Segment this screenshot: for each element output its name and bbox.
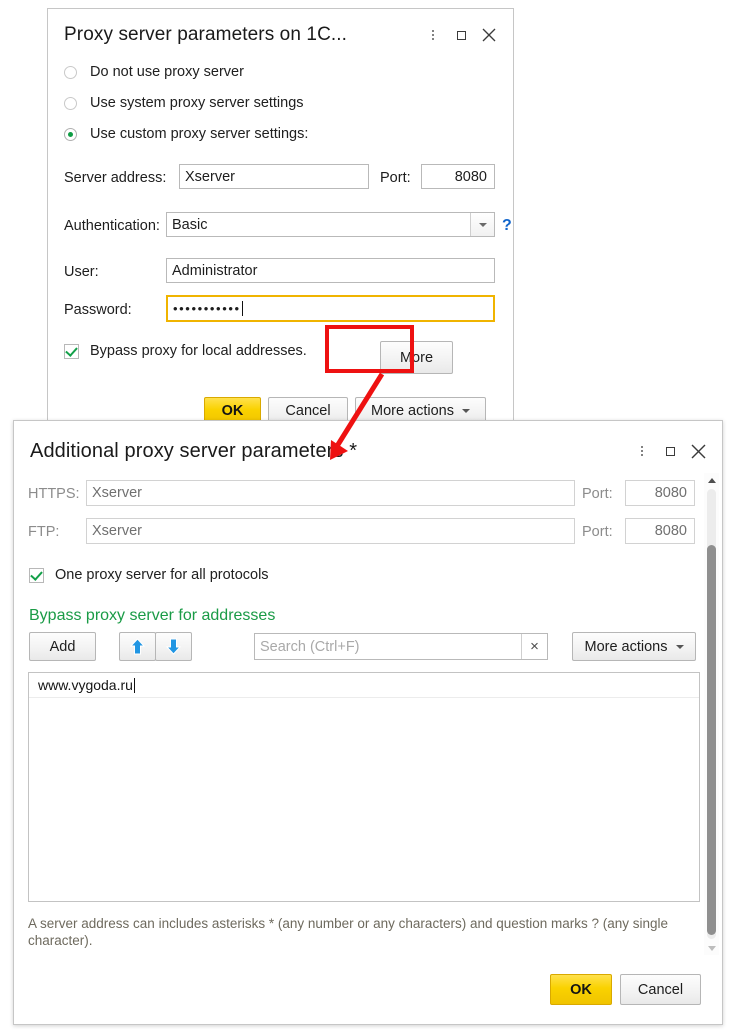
radio-indicator (64, 65, 77, 79)
radio-use-custom-proxy[interactable]: Use custom proxy server settings: (64, 126, 308, 142)
more-actions-button[interactable]: More actions (572, 632, 696, 661)
dialog2-titlebar[interactable]: Additional proxy server parameters * (14, 421, 722, 481)
radio-indicator (64, 96, 77, 110)
chevron-down-icon (462, 409, 470, 413)
dialog2-title-buttons (628, 439, 712, 463)
radio-use-system-proxy[interactable]: Use system proxy server settings (64, 95, 304, 111)
more-actions-label: More actions (370, 403, 454, 419)
radio-label: Do not use proxy server (90, 64, 244, 80)
ftp-port-label: Port: (582, 524, 613, 540)
server-address-label: Server address: (64, 170, 167, 186)
radio-do-not-use-proxy[interactable]: Do not use proxy server (64, 64, 244, 80)
ftp-port-input[interactable]: 8080 (625, 518, 695, 544)
authentication-value: Basic (172, 216, 208, 233)
https-port-input[interactable]: 8080 (625, 480, 695, 506)
dialog2-scrollbar[interactable] (704, 473, 719, 955)
search-input[interactable]: Search (Ctrl+F) × (254, 633, 548, 660)
move-up-button[interactable] (119, 632, 156, 661)
address-format-hint: A server address can includes asterisks … (28, 916, 669, 948)
more-button[interactable]: More (380, 341, 453, 374)
user-input[interactable]: Administrator (166, 258, 495, 283)
port-label: Port: (380, 170, 411, 186)
close-glyph (691, 444, 705, 458)
server-address-input[interactable]: Xserver (179, 164, 369, 189)
text-caret (241, 301, 243, 316)
bypass-local-addresses-checkbox[interactable]: Bypass proxy for local addresses. (64, 343, 307, 359)
ftp-input[interactable]: Xserver (86, 518, 575, 544)
scroll-up-arrow[interactable] (704, 473, 719, 487)
scroll-down-arrow[interactable] (704, 941, 719, 955)
https-input[interactable]: Xserver (86, 480, 575, 506)
search-placeholder-text: Search (Ctrl+F) (260, 638, 360, 655)
text-caret (133, 677, 135, 693)
https-label: HTTPS: (28, 486, 80, 502)
https-port-label: Port: (582, 486, 613, 502)
checkbox-label: Bypass proxy for local addresses. (90, 343, 307, 359)
help-icon[interactable]: ? (502, 217, 512, 235)
dialog1-title: Proxy server parameters on 1C... (64, 24, 348, 45)
radio-label: Use custom proxy server settings: (90, 126, 309, 142)
dialog1-title-buttons (419, 23, 503, 47)
proxy-server-parameters-dialog: Proxy server parameters on 1C... Do not … (47, 8, 514, 429)
menu-kebab-icon[interactable] (628, 439, 656, 463)
additional-proxy-parameters-dialog: Additional proxy server parameters * HTT… (13, 420, 723, 1025)
search-clear-button[interactable]: × (521, 634, 547, 659)
scrollbar-thumb[interactable] (707, 545, 716, 935)
add-button[interactable]: Add (29, 632, 96, 661)
ftp-label: FTP: (28, 524, 60, 540)
close-icon[interactable] (475, 23, 503, 47)
move-down-button[interactable] (155, 632, 192, 661)
dialog2-title: Additional proxy server parameters * (30, 439, 358, 462)
close-icon[interactable] (684, 439, 712, 463)
arrow-down-icon (166, 638, 181, 655)
maximize-icon[interactable] (447, 23, 475, 47)
checkbox-indicator (29, 567, 44, 583)
password-masked-value: ••••••••••• (173, 301, 241, 316)
menu-kebab-icon[interactable] (419, 23, 447, 47)
authentication-select[interactable]: Basic (166, 212, 495, 237)
close-glyph (482, 28, 496, 42)
bypass-addresses-list[interactable]: www.vygoda.ru (28, 672, 700, 902)
user-label: User: (64, 264, 99, 280)
chevron-down-icon[interactable] (470, 213, 494, 236)
port-input[interactable]: 8080 (421, 164, 495, 189)
checkbox-label: One proxy server for all protocols (55, 567, 269, 583)
list-item-text: www.vygoda.ru (38, 677, 133, 693)
radio-label: Use system proxy server settings (90, 95, 304, 111)
bypass-addresses-section-title: Bypass proxy server for addresses (29, 607, 276, 624)
checkbox-indicator (64, 343, 79, 359)
more-actions-label: More actions (584, 638, 668, 655)
authentication-label: Authentication: (64, 218, 160, 234)
arrow-up-icon (130, 638, 145, 655)
maximize-icon[interactable] (656, 439, 684, 463)
dialog1-titlebar[interactable]: Proxy server parameters on 1C... (48, 9, 513, 61)
list-item[interactable]: www.vygoda.ru (29, 673, 699, 698)
one-proxy-for-all-protocols-checkbox[interactable]: One proxy server for all protocols (29, 567, 269, 583)
chevron-down-icon (675, 644, 684, 649)
password-label: Password: (64, 302, 132, 318)
radio-indicator (64, 127, 77, 141)
ok-button[interactable]: OK (550, 974, 612, 1005)
password-input[interactable]: ••••••••••• (166, 295, 495, 322)
cancel-button[interactable]: Cancel (620, 974, 701, 1005)
